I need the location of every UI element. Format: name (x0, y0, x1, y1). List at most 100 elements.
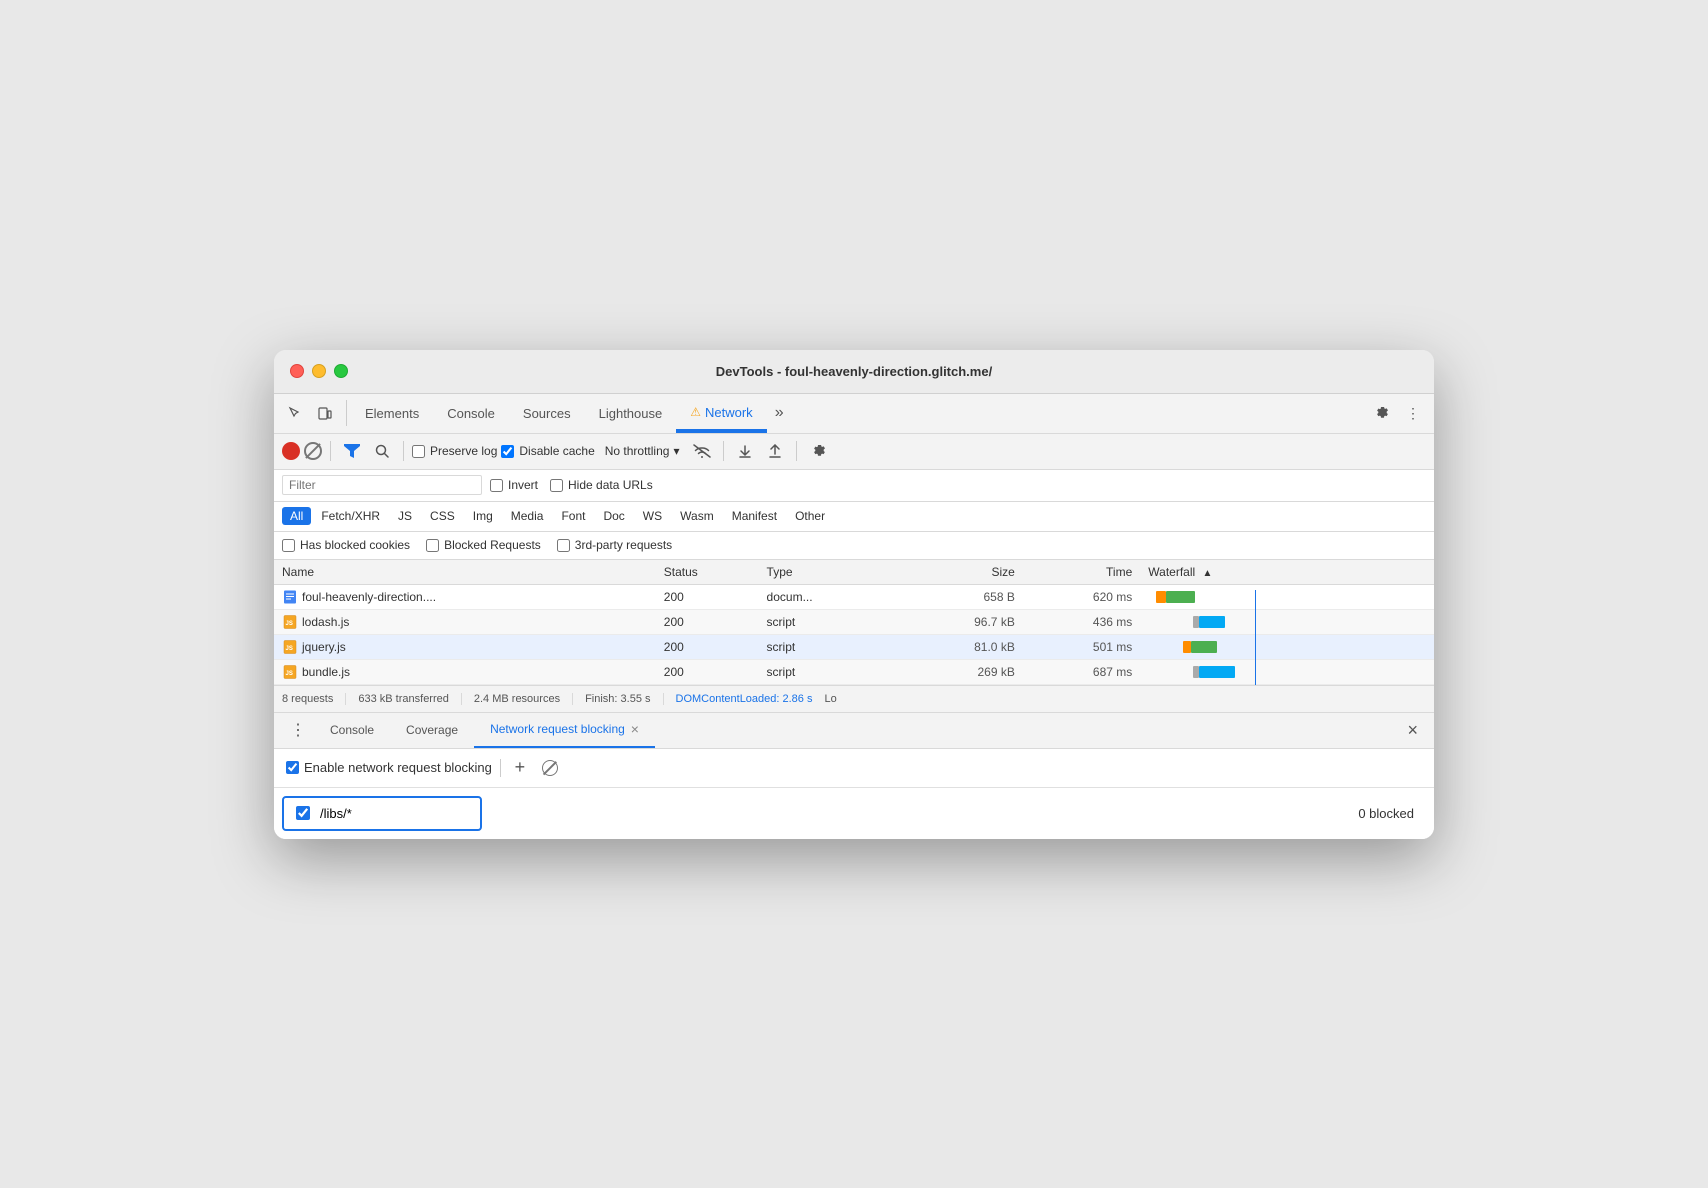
maximize-button[interactable] (334, 364, 348, 378)
table-row[interactable]: foul-heavenly-direction.... 200 docum...… (274, 584, 1434, 609)
finish-time: Finish: 3.55 s (573, 693, 663, 705)
tab-network-request-blocking[interactable]: Network request blocking × (474, 713, 655, 748)
network-table-wrapper: Name Status Type Size Time Waterfall ▲ (274, 560, 1434, 685)
blocked-cookies-checkbox[interactable] (282, 539, 295, 552)
device-toolbar-icon[interactable] (312, 400, 338, 426)
type-filter-manifest[interactable]: Manifest (724, 507, 785, 525)
invert-checkbox[interactable] (490, 479, 503, 492)
tab-lighthouse[interactable]: Lighthouse (585, 394, 677, 433)
type-filter-font[interactable]: Font (553, 507, 593, 525)
status-cell: 200 (656, 659, 759, 684)
import-icon[interactable] (732, 438, 758, 464)
throttling-dropdown[interactable]: No throttling ▾ (599, 442, 686, 460)
type-cell: script (759, 634, 891, 659)
hide-data-urls-label[interactable]: Hide data URLs (550, 478, 653, 492)
tab-console[interactable]: Console (433, 394, 509, 433)
type-filter-doc[interactable]: Doc (595, 507, 632, 525)
search-icon[interactable] (369, 438, 395, 464)
network-settings-icon[interactable] (805, 438, 831, 464)
clear-button[interactable] (304, 442, 322, 460)
disable-cache-checkbox[interactable] (501, 445, 514, 458)
tab-network-warn-icon: ⚠ (690, 405, 701, 419)
divider-1 (330, 441, 331, 461)
divider-pipe (500, 759, 501, 777)
close-button[interactable] (290, 364, 304, 378)
col-status[interactable]: Status (656, 560, 759, 585)
type-cell: docum... (759, 584, 891, 609)
record-button[interactable] (282, 442, 300, 460)
table-row[interactable]: JS bundle.js 200 script 269 kB 687 ms (274, 659, 1434, 684)
more-options-icon[interactable]: ⋮ (1400, 400, 1426, 426)
bottom-panel: ⋮ Console Coverage Network request block… (274, 713, 1434, 839)
hide-data-urls-checkbox[interactable] (550, 479, 563, 492)
minimize-button[interactable] (312, 364, 326, 378)
col-size[interactable]: Size (891, 560, 1023, 585)
type-filter-img[interactable]: Img (465, 507, 501, 525)
type-filter-wasm[interactable]: Wasm (672, 507, 722, 525)
col-type[interactable]: Type (759, 560, 891, 585)
filename-cell: JS bundle.js (282, 664, 562, 680)
blocked-requests-checkbox[interactable] (426, 539, 439, 552)
filename-cell: JS jquery.js (282, 639, 562, 655)
status-bar: 8 requests 633 kB transferred 2.4 MB res… (274, 685, 1434, 713)
settings-icon[interactable] (1368, 400, 1394, 426)
tab-sources[interactable]: Sources (509, 394, 585, 433)
table-row[interactable]: JS jquery.js 200 script 81.0 kB 501 ms (274, 634, 1434, 659)
tab-close-icon[interactable]: × (631, 721, 639, 737)
size-cell: 81.0 kB (891, 634, 1023, 659)
type-filter-js[interactable]: JS (390, 507, 420, 525)
blocked-requests-label[interactable]: Blocked Requests (426, 538, 541, 552)
type-filter-other[interactable]: Other (787, 507, 833, 525)
devtools-body: Elements Console Sources Lighthouse ⚠ Ne… (274, 394, 1434, 839)
third-party-label[interactable]: 3rd-party requests (557, 538, 672, 552)
filter-input[interactable] (282, 475, 482, 495)
invert-label[interactable]: Invert (490, 478, 538, 492)
tab-coverage[interactable]: Coverage (390, 713, 474, 748)
tab-elements[interactable]: Elements (351, 394, 433, 433)
filter-options: Invert Hide data URLs (490, 478, 653, 492)
network-conditions-icon[interactable] (689, 438, 715, 464)
table-row[interactable]: JS lodash.js 200 script 96.7 kB 436 ms (274, 609, 1434, 634)
bottom-tab-more[interactable]: ⋮ (282, 720, 314, 740)
export-icon[interactable] (762, 438, 788, 464)
network-toolbar: Preserve log Disable cache No throttling… (274, 434, 1434, 470)
toolbar-icons (282, 400, 347, 426)
col-time[interactable]: Time (1023, 560, 1140, 585)
type-filter-fetch-xhr[interactable]: Fetch/XHR (313, 507, 388, 525)
panel-close-icon[interactable]: × (1399, 720, 1426, 741)
type-filter-media[interactable]: Media (503, 507, 552, 525)
col-waterfall[interactable]: Waterfall ▲ (1140, 560, 1434, 585)
resource-icon-doc (282, 589, 298, 605)
third-party-checkbox[interactable] (557, 539, 570, 552)
waterfall-cell (1140, 634, 1434, 659)
resource-icon-js: JS (282, 639, 298, 655)
resources: 2.4 MB resources (462, 693, 573, 705)
waterfall-cell (1140, 584, 1434, 609)
tab-console-bottom[interactable]: Console (314, 713, 390, 748)
preserve-log-label[interactable]: Preserve log (412, 444, 497, 458)
col-name[interactable]: Name (274, 560, 656, 585)
inspect-icon[interactable] (282, 400, 308, 426)
add-pattern-button[interactable]: + (509, 757, 531, 779)
waterfall-cell (1140, 659, 1434, 684)
filter-icon[interactable] (339, 438, 365, 464)
enable-blocking-checkbox[interactable] (286, 761, 299, 774)
status-cell: 200 (656, 584, 759, 609)
clear-patterns-button[interactable] (539, 757, 561, 779)
svg-text:JS: JS (286, 646, 293, 652)
rule-checkbox[interactable] (296, 806, 310, 820)
type-filter-all[interactable]: All (282, 507, 311, 525)
type-filter-ws[interactable]: WS (635, 507, 670, 525)
blocking-rule-item[interactable]: /libs/* (282, 796, 482, 831)
preserve-log-checkbox[interactable] (412, 445, 425, 458)
rule-pattern: /libs/* (320, 806, 352, 821)
devtools-window: DevTools - foul-heavenly-direction.glitc… (274, 350, 1434, 839)
blocking-rules: /libs/* 0 blocked (274, 788, 1434, 839)
blocked-cookies-label[interactable]: Has blocked cookies (282, 538, 410, 552)
disable-cache-label[interactable]: Disable cache (501, 444, 594, 458)
enable-blocking-label[interactable]: Enable network request blocking (286, 760, 492, 775)
tab-network[interactable]: ⚠ Network (676, 394, 766, 433)
type-filter-css[interactable]: CSS (422, 507, 463, 525)
time-cell: 620 ms (1023, 584, 1140, 609)
tab-more-button[interactable]: » (767, 404, 792, 422)
